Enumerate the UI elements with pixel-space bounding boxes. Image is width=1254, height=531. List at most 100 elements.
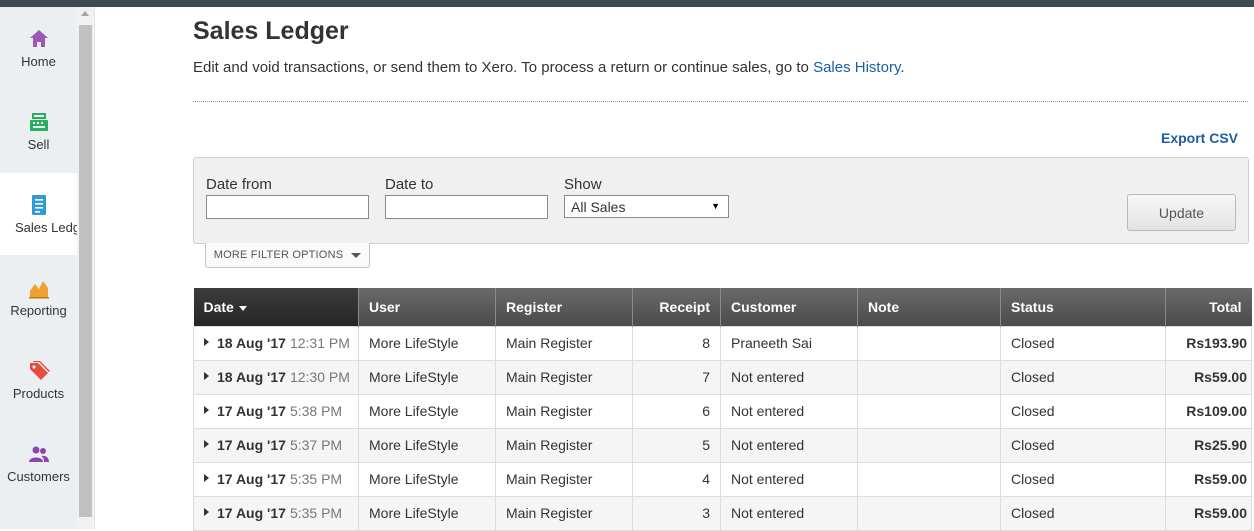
cell-date[interactable]: 17 Aug '17 5:35 PM bbox=[193, 495, 359, 531]
register-icon bbox=[29, 112, 48, 131]
date-to-label: Date to bbox=[385, 176, 434, 193]
date-to-input[interactable] bbox=[385, 195, 548, 219]
cell-register: Main Register bbox=[495, 427, 633, 463]
cell-date[interactable]: 17 Aug '17 5:37 PM bbox=[193, 427, 359, 463]
sidebar-item-label: Reporting bbox=[10, 302, 67, 318]
cell-user[interactable]: More LifeStyle bbox=[358, 359, 496, 395]
cell-date[interactable]: 18 Aug '17 12:30 PM bbox=[193, 359, 359, 395]
cell-note bbox=[857, 325, 1001, 361]
table-row[interactable]: 17 Aug '17 5:35 PM More LifeStyle Main Re… bbox=[193, 495, 1252, 531]
column-header-date[interactable]: Date bbox=[193, 288, 359, 326]
cell-register: Main Register bbox=[495, 325, 633, 361]
cell-register: Main Register bbox=[495, 359, 633, 395]
column-header-register[interactable]: Register bbox=[495, 288, 633, 326]
sidebar-item-products[interactable]: Products bbox=[0, 339, 77, 421]
cell-user[interactable]: More LifeStyle bbox=[358, 427, 496, 463]
page-subtitle: Edit and void transactions, or send them… bbox=[193, 59, 905, 76]
page-title: Sales Ledger bbox=[193, 17, 349, 45]
sidebar-item-label: Customers bbox=[7, 468, 70, 484]
expand-arrow-icon[interactable] bbox=[204, 508, 209, 517]
cell-date[interactable]: 17 Aug '17 5:38 PM bbox=[193, 393, 359, 429]
cell-receipt: 3 bbox=[632, 495, 721, 531]
expand-arrow-icon[interactable] bbox=[204, 440, 209, 449]
cell-receipt: 8 bbox=[632, 325, 721, 361]
column-header-customer[interactable]: Customer bbox=[720, 288, 858, 326]
cell-customer: Not entered bbox=[720, 393, 858, 429]
column-header-user[interactable]: User bbox=[358, 288, 496, 326]
cell-user[interactable]: More LifeStyle bbox=[358, 325, 496, 361]
cell-status: Closed bbox=[1000, 427, 1166, 463]
column-header-status[interactable]: Status bbox=[1000, 288, 1166, 326]
cell-customer: Not entered bbox=[720, 427, 858, 463]
sidebar-item-home[interactable]: Home bbox=[0, 7, 77, 89]
table-row[interactable]: 18 Aug '17 12:30 PM More LifeStyle Main R… bbox=[193, 359, 1252, 395]
column-header-note[interactable]: Note bbox=[857, 288, 1001, 326]
export-csv-link[interactable]: Export CSV bbox=[1161, 130, 1238, 146]
cell-status: Closed bbox=[1000, 359, 1166, 395]
column-header-total[interactable]: Total bbox=[1165, 288, 1252, 326]
cell-receipt: 6 bbox=[632, 393, 721, 429]
cell-user[interactable]: More LifeStyle bbox=[358, 393, 496, 429]
cell-note bbox=[857, 461, 1001, 497]
cell-status: Closed bbox=[1000, 393, 1166, 429]
cell-customer: Not entered bbox=[720, 495, 858, 531]
cell-date[interactable]: 18 Aug '17 12:31 PM bbox=[193, 325, 359, 361]
sales-history-link[interactable]: Sales History bbox=[813, 59, 900, 76]
sidebar-item-reporting[interactable]: Reporting bbox=[0, 256, 77, 338]
cell-user[interactable]: More LifeStyle bbox=[358, 461, 496, 497]
cell-register: Main Register bbox=[495, 393, 633, 429]
show-label: Show bbox=[564, 176, 602, 193]
sidebar-item-label: Products bbox=[12, 385, 65, 401]
cell-total: Rs59.00 bbox=[1165, 495, 1252, 531]
sidebar-item-label: Sales Ledger bbox=[15, 219, 82, 235]
cell-receipt: 7 bbox=[632, 359, 721, 395]
more-filter-options-button[interactable]: MORE FILTER OPTIONS bbox=[205, 243, 370, 268]
sidebar-item-sales-ledger[interactable]: Sales Ledger bbox=[0, 173, 82, 255]
show-select-value: All Sales bbox=[571, 199, 626, 215]
cell-register: Main Register bbox=[495, 461, 633, 497]
expand-arrow-icon[interactable] bbox=[204, 474, 209, 483]
expand-arrow-icon[interactable] bbox=[204, 338, 209, 347]
sidebar-item-label: Sell bbox=[27, 136, 50, 152]
update-button[interactable]: Update bbox=[1127, 194, 1236, 231]
filter-panel: Date from Date to Show All Sales ▼ Updat… bbox=[193, 157, 1249, 244]
dropdown-arrow-icon: ▼ bbox=[711, 201, 720, 211]
cell-customer[interactable]: Praneeth Sai bbox=[720, 325, 858, 361]
users-icon bbox=[28, 446, 49, 462]
tag-icon bbox=[29, 360, 50, 380]
caret-down-icon bbox=[351, 252, 362, 258]
table-row[interactable]: 17 Aug '17 5:35 PM More LifeStyle Main Re… bbox=[193, 461, 1252, 497]
sidebar-nav: Home Sell Sales Ledger Reporting bbox=[0, 7, 82, 529]
show-select[interactable]: All Sales ▼ bbox=[564, 195, 729, 218]
date-from-label: Date from bbox=[206, 176, 272, 193]
home-icon bbox=[29, 29, 48, 47]
date-from-input[interactable] bbox=[206, 195, 369, 219]
cell-total: Rs59.00 bbox=[1165, 461, 1252, 497]
sidebar-scrollbar[interactable] bbox=[77, 7, 95, 529]
cell-customer: Not entered bbox=[720, 461, 858, 497]
cell-total: Rs109.00 bbox=[1165, 393, 1252, 429]
cell-date[interactable]: 17 Aug '17 5:35 PM bbox=[193, 461, 359, 497]
sort-down-icon bbox=[238, 305, 247, 311]
cell-receipt: 4 bbox=[632, 461, 721, 497]
table-row[interactable]: 17 Aug '17 5:37 PM More LifeStyle Main Re… bbox=[193, 427, 1252, 463]
scroll-up-arrow-icon[interactable] bbox=[81, 11, 89, 16]
table-row[interactable]: 17 Aug '17 5:38 PM More LifeStyle Main Re… bbox=[193, 393, 1252, 429]
expand-arrow-icon[interactable] bbox=[204, 372, 209, 381]
sidebar-item-customers[interactable]: Customers bbox=[0, 422, 77, 504]
scrollbar-thumb[interactable] bbox=[79, 25, 92, 517]
table-header-row: Date User Register Receipt Customer Note… bbox=[193, 288, 1252, 326]
subtitle-end: . bbox=[900, 59, 905, 76]
cell-customer: Not entered bbox=[720, 359, 858, 395]
cell-receipt: 5 bbox=[632, 427, 721, 463]
top-bar bbox=[0, 0, 1254, 7]
cell-note bbox=[857, 495, 1001, 531]
cell-status: Closed bbox=[1000, 495, 1166, 531]
column-header-receipt[interactable]: Receipt bbox=[632, 288, 721, 326]
cell-total: Rs59.00 bbox=[1165, 359, 1252, 395]
sidebar-item-sell[interactable]: Sell bbox=[0, 90, 77, 172]
chart-icon bbox=[28, 280, 49, 298]
cell-user[interactable]: More LifeStyle bbox=[358, 495, 496, 531]
table-row[interactable]: 18 Aug '17 12:31 PM More LifeStyle Main R… bbox=[193, 325, 1252, 361]
expand-arrow-icon[interactable] bbox=[204, 406, 209, 415]
